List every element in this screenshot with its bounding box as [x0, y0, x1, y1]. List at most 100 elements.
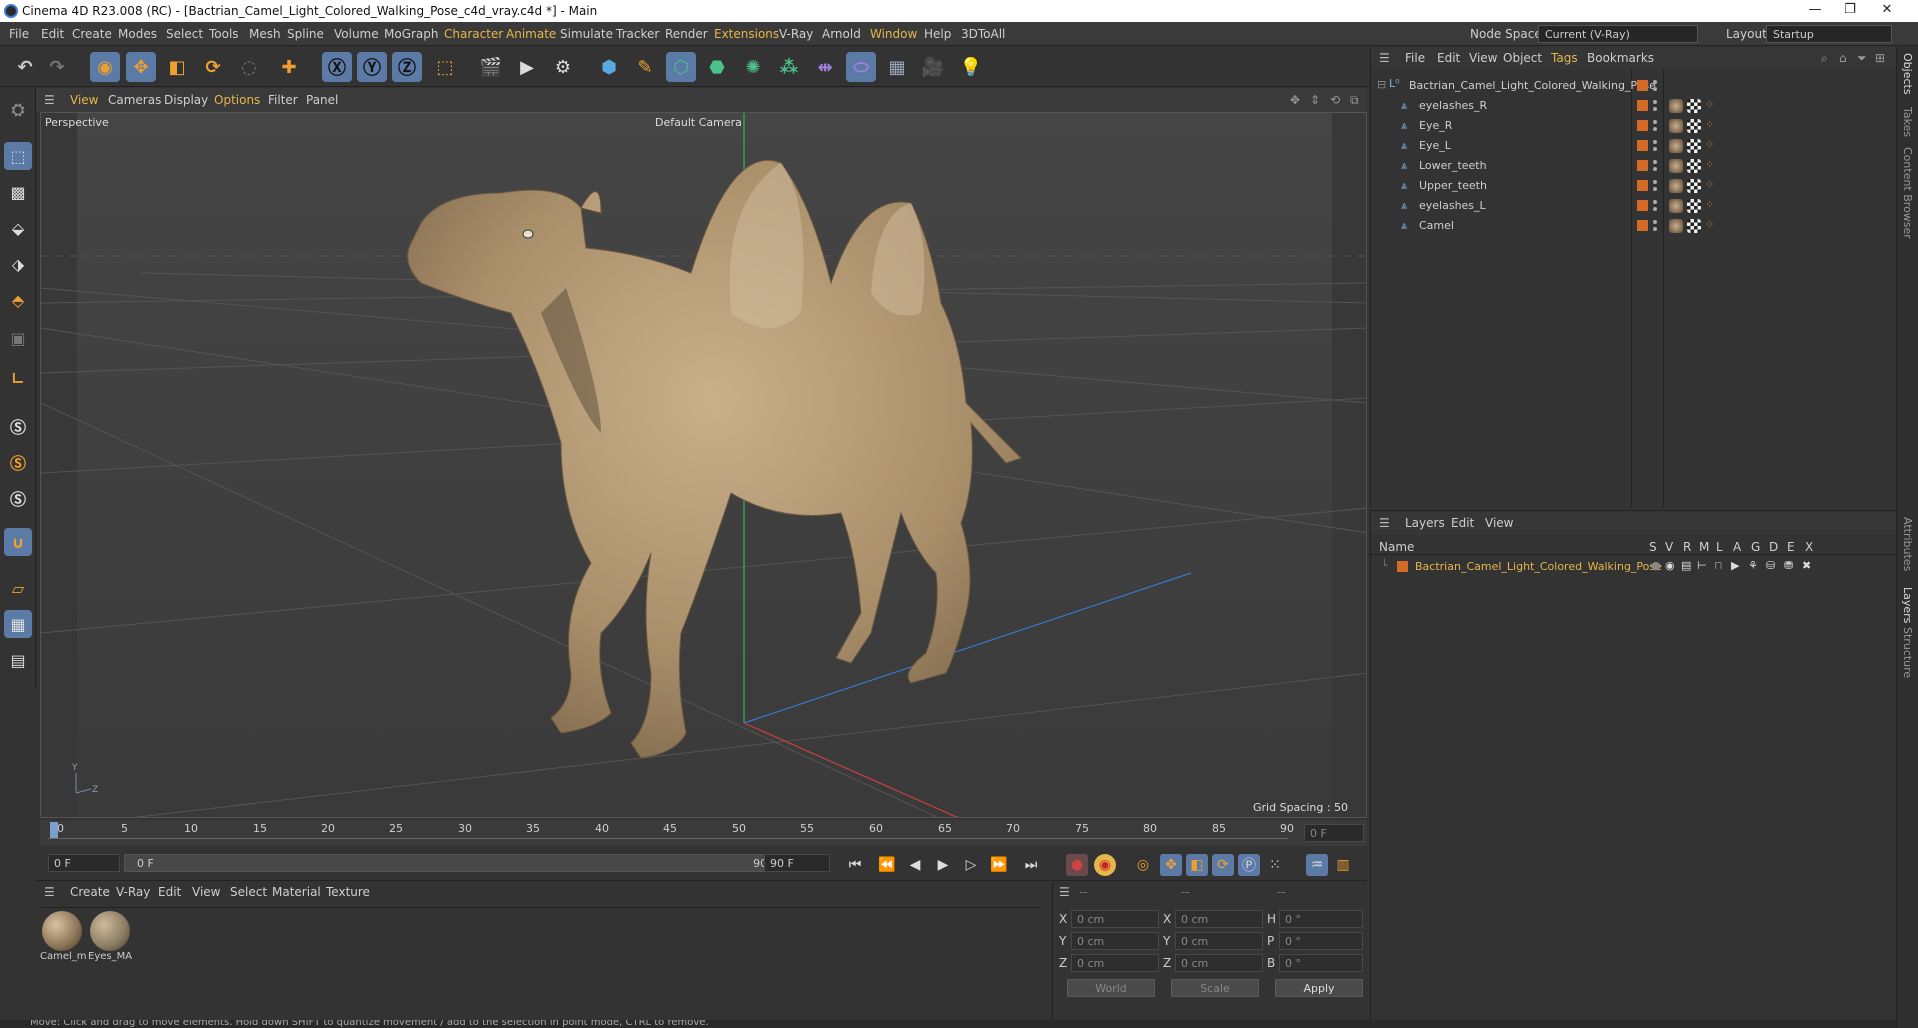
menu-character[interactable]: Character: [444, 27, 503, 41]
material-tag-icon[interactable]: [1669, 219, 1683, 233]
material-hamburger-icon[interactable]: ☰: [44, 885, 55, 899]
z-axis-icon[interactable]: Ⓩ: [392, 52, 422, 82]
material-menu-material[interactable]: Material: [272, 885, 321, 899]
layer-color-swatch[interactable]: [1637, 80, 1648, 91]
texture-mode-icon[interactable]: ▩: [4, 178, 32, 206]
layer-color-swatch[interactable]: [1637, 220, 1648, 231]
light-icon[interactable]: 💡: [956, 52, 986, 82]
tab-structure[interactable]: Structure: [1901, 627, 1914, 678]
object-filter-icon[interactable]: ⏷: [1857, 51, 1867, 66]
layer-col-render[interactable]: R: [1683, 540, 1691, 554]
rotation-h-field[interactable]: 0 °: [1279, 910, 1363, 928]
key-position-icon[interactable]: ✥: [1160, 854, 1182, 876]
material-swatch-camel[interactable]: Camel_m: [40, 909, 87, 963]
layer-col-xref[interactable]: X: [1805, 540, 1813, 554]
viewport-zoom-icon[interactable]: ⇕: [1310, 93, 1320, 107]
layer-color-swatch[interactable]: [1637, 180, 1648, 191]
animation-play-icon[interactable]: ▶: [1731, 559, 1739, 572]
rotation-b-field[interactable]: 0 °: [1279, 954, 1363, 972]
polygons-mode-icon[interactable]: ⬘: [4, 286, 32, 314]
rotate-tool-icon[interactable]: ⟳: [198, 52, 228, 82]
viewport-menu-panel[interactable]: Panel: [306, 93, 338, 107]
record-icon[interactable]: ●: [1066, 854, 1088, 876]
layer-menu-edit[interactable]: Edit: [1451, 516, 1474, 530]
live-selection-icon[interactable]: ◉: [90, 52, 120, 82]
vray-tag-icon[interactable]: [1687, 219, 1701, 233]
rotation-p-field[interactable]: 0 °: [1279, 932, 1363, 950]
menu-volume[interactable]: Volume: [334, 27, 379, 41]
visibility-dots[interactable]: [1653, 119, 1657, 133]
vray-tag-icon[interactable]: [1687, 159, 1701, 173]
viewport-menu-filter[interactable]: Filter: [268, 93, 298, 107]
object-row[interactable]: ⩓ Camel ⁘: [1371, 216, 1871, 236]
object-menu-edit[interactable]: Edit: [1437, 51, 1460, 65]
layer-col-locked[interactable]: L: [1716, 540, 1723, 554]
cloner-icon[interactable]: ✺: [738, 52, 768, 82]
minimize-icon[interactable]: —: [1800, 2, 1830, 20]
visibility-dots[interactable]: [1653, 219, 1657, 233]
viewport-hamburger-icon[interactable]: ☰: [44, 93, 55, 107]
tab-objects[interactable]: Objects: [1901, 53, 1914, 95]
deformer-icon[interactable]: ⇹: [810, 52, 840, 82]
object-row[interactable]: ⩓ Upper_teeth ⁘: [1371, 176, 1871, 196]
visibility-dots[interactable]: [1653, 139, 1657, 153]
expression-icon[interactable]: ⛃: [1784, 559, 1793, 572]
material-menu-view[interactable]: View: [192, 885, 220, 899]
menu-simulate[interactable]: Simulate: [560, 27, 613, 41]
phong-tag-icon[interactable]: ⁘: [1705, 198, 1714, 211]
object-menu-view[interactable]: View: [1469, 51, 1497, 65]
layer-col-animation[interactable]: A: [1733, 540, 1741, 554]
object-row[interactable]: ⩓ Lower_teeth ⁘: [1371, 156, 1871, 176]
tab-content-browser[interactable]: Content Browser: [1901, 147, 1914, 239]
menu-window[interactable]: Window: [870, 27, 917, 41]
menu-edit[interactable]: Edit: [41, 27, 64, 41]
view-eye-icon[interactable]: ◉: [1665, 559, 1675, 572]
layer-color-swatch[interactable]: [1397, 561, 1408, 572]
object-row[interactable]: ⩓ eyelashes_L ⁘: [1371, 196, 1871, 216]
material-menu-select[interactable]: Select: [230, 885, 267, 899]
material-tag-icon[interactable]: [1669, 139, 1683, 153]
phong-tag-icon[interactable]: ⁘: [1705, 98, 1714, 111]
soft-selection-icon[interactable]: Ⓢ: [4, 448, 32, 476]
layer-menu-view[interactable]: View: [1485, 516, 1513, 530]
xref-icon[interactable]: ✖: [1802, 559, 1811, 572]
phong-tag-icon[interactable]: ⁘: [1705, 158, 1714, 171]
material-menu-create[interactable]: Create: [70, 885, 110, 899]
viewport-menu-options[interactable]: Options: [214, 93, 260, 107]
phong-tag-icon[interactable]: ⁘: [1705, 218, 1714, 231]
material-tag-icon[interactable]: [1669, 199, 1683, 213]
size-x-field[interactable]: 0 cm: [1175, 910, 1263, 928]
layer-col-name[interactable]: Name: [1379, 540, 1414, 554]
edges-mode-icon[interactable]: ⬗: [4, 250, 32, 278]
layer-col-deformers[interactable]: D: [1769, 540, 1778, 554]
key-param-icon[interactable]: Ⓟ: [1238, 854, 1260, 876]
phong-tag-icon[interactable]: ⁘: [1705, 178, 1714, 191]
previous-frame-icon[interactable]: ◀: [904, 854, 926, 876]
motion-system-icon[interactable]: ♒: [1306, 854, 1328, 876]
object-menu-object[interactable]: Object: [1503, 51, 1542, 65]
size-z-field[interactable]: 0 cm: [1175, 954, 1263, 972]
locked-workplane-icon[interactable]: ▤: [4, 646, 32, 674]
menu-arnold[interactable]: Arnold: [822, 27, 861, 41]
viewport-menu-display[interactable]: Display: [164, 93, 208, 107]
material-menu-edit[interactable]: Edit: [158, 885, 181, 899]
menu-help[interactable]: Help: [924, 27, 951, 41]
size-y-field[interactable]: 0 cm: [1175, 932, 1263, 950]
phong-tag-icon[interactable]: ⁘: [1705, 118, 1714, 131]
make-editable-icon[interactable]: ⛭: [4, 96, 32, 124]
subdivision-icon[interactable]: ⬡: [666, 52, 696, 82]
snap-magnet-icon[interactable]: ∪: [4, 528, 32, 556]
redo-icon[interactable]: ↷: [42, 52, 72, 82]
points-mode-icon[interactable]: ⬙: [4, 214, 32, 242]
next-key-icon[interactable]: ⏩: [988, 854, 1010, 876]
viewport-menu-cameras[interactable]: Cameras: [108, 93, 161, 107]
material-menu-vray[interactable]: V-Ray: [116, 885, 150, 899]
previous-key-icon[interactable]: ⏪: [876, 854, 898, 876]
layout-select[interactable]: Startup: [1766, 25, 1892, 43]
vray-tag-icon[interactable]: [1687, 119, 1701, 133]
key-rotation-icon[interactable]: ⟳: [1212, 854, 1234, 876]
visibility-dots[interactable]: [1653, 199, 1657, 213]
object-home-icon[interactable]: ⌂: [1839, 51, 1847, 65]
recent-tool-icon[interactable]: ◌: [234, 52, 264, 82]
object-row[interactable]: ⩓ eyelashes_R ⁘: [1371, 96, 1871, 116]
